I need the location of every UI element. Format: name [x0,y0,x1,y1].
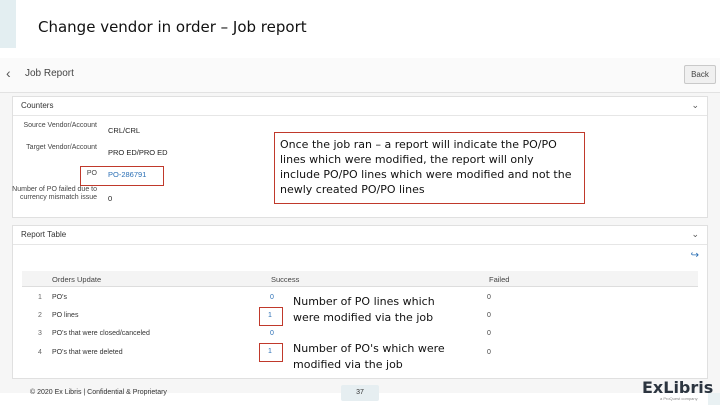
callout-text: Once the job ran – a report will indicat… [280,138,572,196]
counters-title: Counters [21,101,54,110]
counter-value: PRO ED/PRO ED [108,148,168,157]
page-header: ‹ Job Report Back [0,58,720,93]
footer-copyright: © 2020 Ex Libris | Confidential & Propri… [30,389,167,396]
column-header[interactable]: Orders Update [52,275,101,284]
row-label: PO lines [52,312,79,319]
failed-value: 0 [487,294,491,301]
counters-header[interactable]: Counters ⌄ [13,97,707,116]
success-value[interactable]: 0 [270,294,274,301]
failed-value: 0 [487,330,491,337]
page-number: 37 [341,385,379,401]
success-value[interactable]: 1 [268,348,272,355]
counter-value: CRL/CRL [108,126,141,135]
row-number: 4 [38,349,42,356]
counter-label: Number of PO failed due to currency mism… [12,186,97,201]
exlibris-logo: ExLibris [642,378,714,397]
chevron-down-icon[interactable]: ⌄ [691,229,699,240]
row-label: PO's that were closed/canceled [52,330,150,337]
counter-label: Source Vendor/Account [23,122,97,129]
annotation-po-lines: Number of PO lines which were modified v… [293,295,435,324]
slide-title: Change vendor in order – Job report [38,18,307,36]
success-value[interactable]: 0 [270,330,274,337]
slide-accent-top [0,0,16,48]
chevron-down-icon[interactable]: ⌄ [691,100,699,111]
column-header[interactable]: Failed [489,275,509,284]
failed-value: 0 [487,312,491,319]
export-icon[interactable]: ↪ [691,250,699,261]
row-number: 1 [38,294,42,301]
table-header-bg [22,271,698,287]
counter-label: Target Vendor/Account [26,144,97,151]
row-label: PO's that were deleted [52,349,123,356]
success-value[interactable]: 1 [268,312,272,319]
counter-value: 0 [108,194,113,203]
failed-value: 0 [487,349,491,356]
row-number: 2 [38,312,42,319]
annotation-pos: Number of PO's which were modified via t… [293,342,445,371]
row-number: 3 [38,330,42,337]
report-table-title: Report Table [21,230,67,239]
row-label: PO's [52,294,67,301]
callout-box: Once the job ran – a report will indicat… [274,132,585,204]
page-title: Job Report [25,68,74,79]
report-table-header[interactable]: Report Table ⌄ [13,226,707,245]
po-highlight-box [80,166,164,186]
back-button[interactable]: Back [684,65,716,84]
logo-tagline: a ProQuest company [660,396,698,401]
column-header[interactable]: Success [271,275,299,284]
chevron-left-icon[interactable]: ‹ [6,65,11,81]
